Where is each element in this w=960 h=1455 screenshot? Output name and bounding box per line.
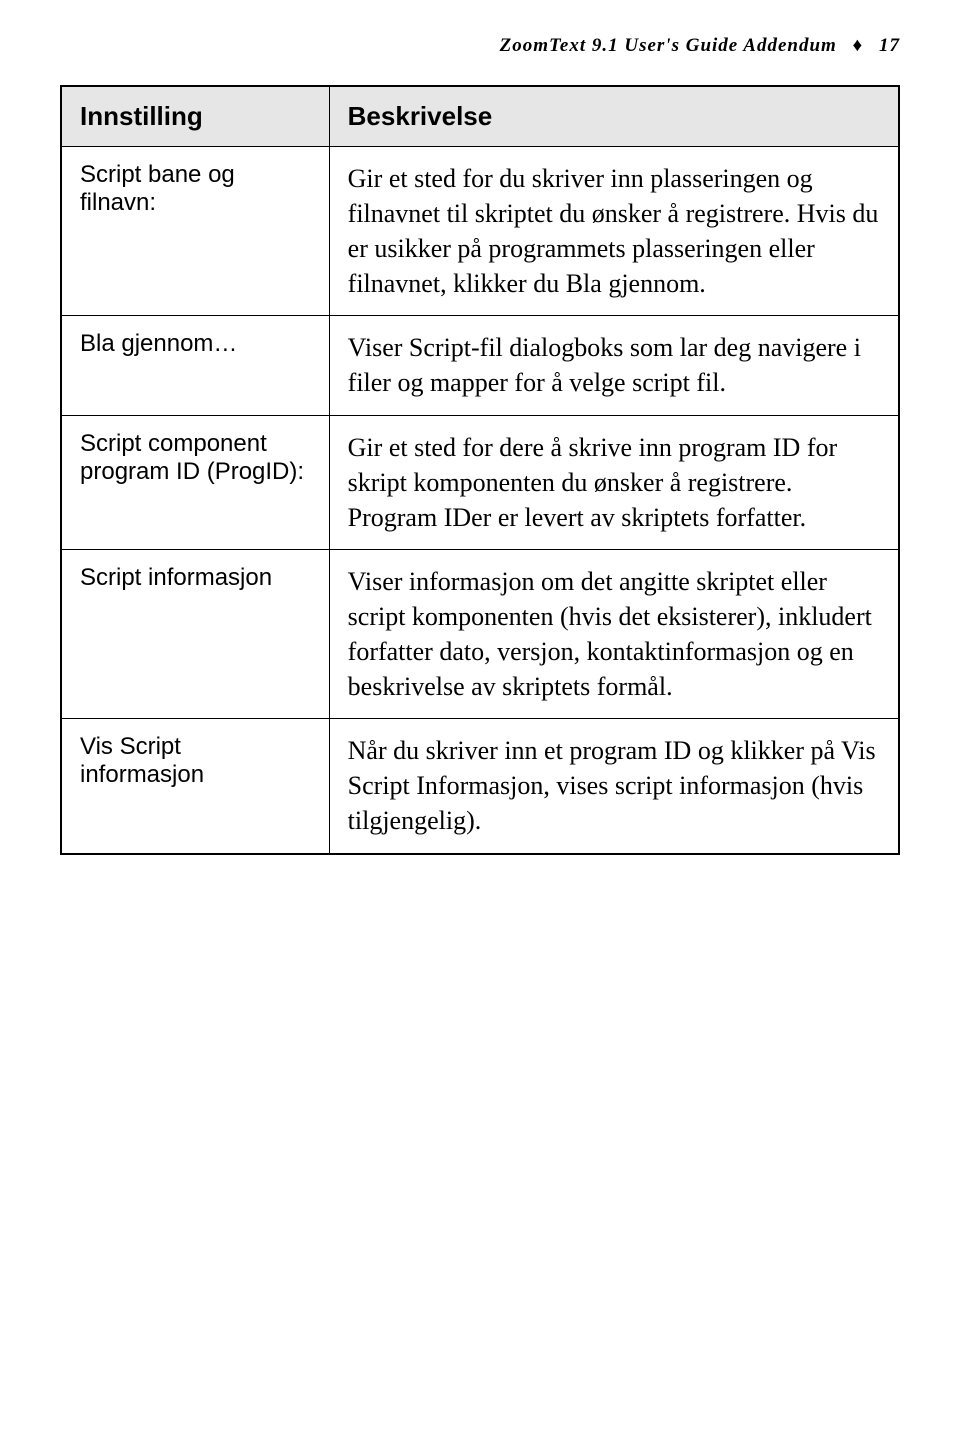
setting-description: Viser informasjon om det angitte skripte… xyxy=(329,549,899,718)
setting-label: Bla gjennom… xyxy=(61,316,329,415)
table-row: Script bane og filnavn: Gir et sted for … xyxy=(61,147,899,316)
page-number: 17 xyxy=(879,35,900,56)
setting-label: Script bane og filnavn: xyxy=(61,147,329,316)
setting-description: Når du skriver inn et program ID og klik… xyxy=(329,719,899,854)
setting-description: Gir et sted for dere å skrive inn progra… xyxy=(329,415,899,549)
page-header: ZoomText 9.1 User's Guide Addendum ♦ 17 xyxy=(60,35,900,57)
setting-description: Gir et sted for du skriver inn plasserin… xyxy=(329,147,899,316)
column-header-description: Beskrivelse xyxy=(329,86,899,147)
diamond-icon: ♦ xyxy=(853,35,864,56)
table-row: Vis Script informasjon Når du skriver in… xyxy=(61,719,899,854)
settings-table: Innstilling Beskrivelse Script bane og f… xyxy=(60,85,900,855)
product-name: ZoomText 9.1 User's Guide Addendum xyxy=(500,35,837,56)
setting-description: Viser Script-fil dialogboks som lar deg … xyxy=(329,316,899,415)
table-row: Bla gjennom… Viser Script-fil dialogboks… xyxy=(61,316,899,415)
table-row: Script component program ID (ProgID): Gi… xyxy=(61,415,899,549)
table-row: Script informasjon Viser informasjon om … xyxy=(61,549,899,718)
setting-label: Vis Script informasjon xyxy=(61,719,329,854)
column-header-setting: Innstilling xyxy=(61,86,329,147)
setting-label: Script informasjon xyxy=(61,549,329,718)
setting-label: Script component program ID (ProgID): xyxy=(61,415,329,549)
table-header-row: Innstilling Beskrivelse xyxy=(61,86,899,147)
